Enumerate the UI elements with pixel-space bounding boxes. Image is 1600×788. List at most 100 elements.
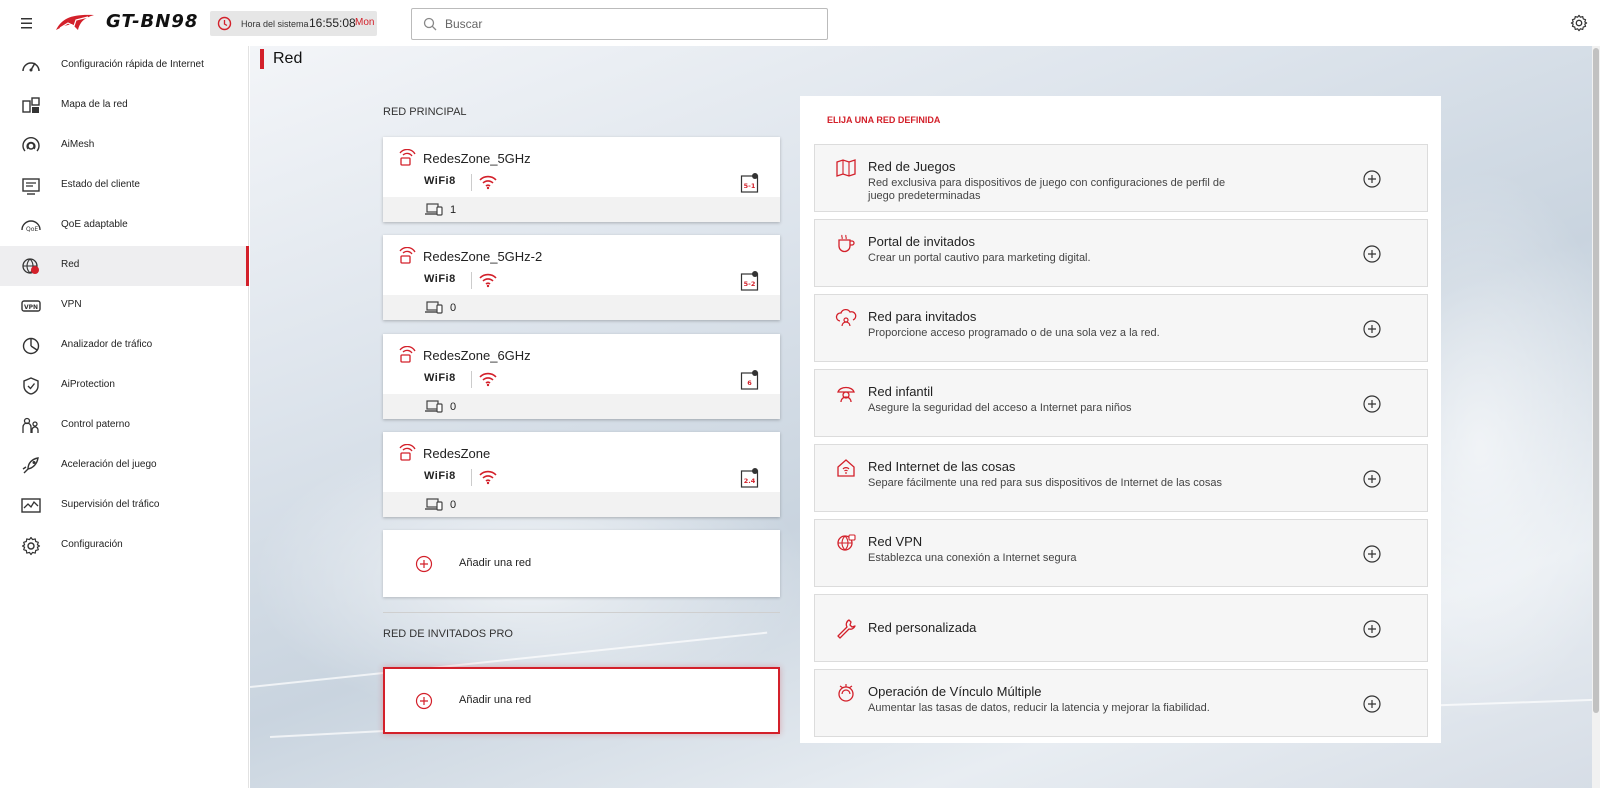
option-name: Operación de Vínculo Múltiple <box>868 684 1042 699</box>
traffic-monitor-icon <box>20 496 42 516</box>
devices-icon <box>425 301 443 314</box>
wifi8-logo: WiFi8 <box>424 372 456 384</box>
add-option-plus-icon[interactable] <box>1362 244 1382 264</box>
predefined-network-panel: ELIJA UNA RED DEFINIDA Red de Juegos Red… <box>800 96 1441 743</box>
search-input[interactable] <box>445 14 815 34</box>
sidebar-item-label: Red <box>61 259 80 270</box>
child-icon <box>835 382 857 404</box>
option-description: Asegure la seguridad del acceso a Intern… <box>868 402 1132 414</box>
vpn-icon: VPN <box>20 296 42 316</box>
settings-gear-icon[interactable] <box>1570 14 1588 32</box>
predefined-network-option[interactable]: Red VPN Establezca una conexión a Intern… <box>814 519 1428 587</box>
sidebar-item-7[interactable]: VPN VPN <box>0 286 249 326</box>
gamepad-map-icon <box>835 157 857 179</box>
sidebar-item-label: QoE adaptable <box>61 219 128 230</box>
band-label: 2.4 <box>744 477 756 485</box>
option-description: Red exclusiva para dispositivos de juego… <box>868 177 1226 202</box>
network-card[interactable]: RedesZone_5GHz-2 WiFi8 5-2 0 <box>383 235 780 320</box>
sidebar-item-12[interactable]: Supervisión del tráfico <box>0 486 249 526</box>
predefined-network-option[interactable]: Red Internet de las cosas Separe fácilme… <box>814 444 1428 512</box>
top-bar: GT-BN98 Hora del sistema 16:55:08 Mon <box>0 0 1600 46</box>
multi-link-icon <box>835 682 857 704</box>
network-card[interactable]: RedesZone_5GHz WiFi8 5-1 1 <box>383 137 780 222</box>
sidebar-item-2[interactable]: Mapa de la red <box>0 86 249 126</box>
wireless-router-icon <box>397 247 417 265</box>
iot-home-icon <box>835 457 857 479</box>
sidebar-item-label: Mapa de la red <box>61 99 128 110</box>
main-network-section-title: RED PRINCIPAL <box>383 106 467 118</box>
predefined-network-option[interactable]: Red para invitados Proporcione acceso pr… <box>814 294 1428 362</box>
sidebar-item-9[interactable]: AiProtection <box>0 366 249 406</box>
band-icon: 6 <box>740 369 760 391</box>
system-time: Hora del sistema 16:55:08 Mon <box>210 11 377 36</box>
menu-icon[interactable] <box>18 14 36 32</box>
wrench-icon <box>835 617 857 639</box>
add-option-plus-icon[interactable] <box>1362 169 1382 189</box>
option-description: Establezca una conexión a Internet segur… <box>868 552 1077 564</box>
network-ssid: RedesZone <box>423 446 491 461</box>
add-network-button[interactable]: Añadir una red <box>383 530 780 597</box>
sidebar-item-11[interactable]: Aceleración del juego <box>0 446 249 486</box>
connected-devices-count: 1 <box>450 204 457 216</box>
sidebar-item-label: Estado del cliente <box>61 179 140 190</box>
network-card[interactable]: RedesZone WiFi8 2.4 0 <box>383 432 780 517</box>
sidebar-item-1[interactable]: Configuración rápida de Internet <box>0 46 249 86</box>
network-ssid: RedesZone_6GHz <box>423 348 531 363</box>
scrollbar-thumb[interactable] <box>1593 48 1599 713</box>
option-name: Red Internet de las cosas <box>868 459 1016 474</box>
add-option-plus-icon[interactable] <box>1362 619 1382 639</box>
wifi-signal-icon <box>478 174 498 190</box>
sidebar-item-label: AiProtection <box>61 379 115 390</box>
predefined-network-option[interactable]: Operación de Vínculo Múltiple Aumentar l… <box>814 669 1428 737</box>
day-value: Mon <box>355 17 375 28</box>
qos-icon: QoE <box>20 216 42 236</box>
sidebar-item-5[interactable]: QoE QoE adaptable <box>0 206 249 246</box>
band-label: 5-2 <box>744 280 756 288</box>
predefined-network-option[interactable]: Red de Juegos Red exclusiva para disposi… <box>814 144 1428 212</box>
sidebar-item-label: AiMesh <box>61 139 95 150</box>
option-name: Red de Juegos <box>868 159 956 174</box>
parental-icon <box>20 416 42 436</box>
add-option-plus-icon[interactable] <box>1362 694 1382 714</box>
connected-devices-count: 0 <box>450 302 457 314</box>
wifi8-logo: WiFi8 <box>424 175 456 187</box>
search-box[interactable] <box>411 8 828 40</box>
network-card-footer: 0 <box>383 492 780 517</box>
sidebar-item-10[interactable]: Control paterno <box>0 406 249 446</box>
rocket-icon <box>20 456 42 476</box>
option-description: Aumentar las tasas de datos, reducir la … <box>868 702 1210 714</box>
router-model: GT-BN98 <box>106 11 199 32</box>
system-time-label: Hora del sistema <box>241 19 309 29</box>
sidebar-item-13[interactable]: Configuración <box>0 526 249 566</box>
sidebar-item-3[interactable]: AiMesh <box>0 126 249 166</box>
add-option-plus-icon[interactable] <box>1362 394 1382 414</box>
network-card[interactable]: RedesZone_6GHz WiFi8 6 0 <box>383 334 780 419</box>
predefined-network-option[interactable]: Red infantil Asegure la seguridad del ac… <box>814 369 1428 437</box>
sidebar-item-label: Configuración rápida de Internet <box>61 59 204 70</box>
sidebar-item-4[interactable]: Estado del cliente <box>0 166 249 206</box>
predefined-network-option[interactable]: Red personalizada <box>814 594 1428 662</box>
connected-devices-count: 0 <box>450 499 457 511</box>
pie-chart-icon <box>20 336 42 356</box>
guest-pro-section-title: RED DE INVITADOS PRO <box>383 628 513 640</box>
option-name: Red para invitados <box>868 309 977 324</box>
page-title: Red <box>273 50 303 67</box>
wireless-router-icon <box>397 346 417 364</box>
add-option-plus-icon[interactable] <box>1362 544 1382 564</box>
band-label: 6 <box>747 379 752 387</box>
vpn-globe-icon <box>835 532 857 554</box>
svg-text:QoE: QoE <box>26 226 38 233</box>
section-divider <box>383 612 780 613</box>
devices-icon <box>425 400 443 413</box>
add-option-plus-icon[interactable] <box>1362 319 1382 339</box>
add-option-plus-icon[interactable] <box>1362 469 1382 489</box>
sidebar-item-label: Aceleración del juego <box>61 459 157 470</box>
sidebar-item-8[interactable]: Analizador de tráfico <box>0 326 249 366</box>
page-scrollbar[interactable] <box>1592 46 1600 788</box>
sidebar-item-6[interactable]: Red <box>0 246 249 286</box>
gear-icon <box>20 536 42 556</box>
add-guest-pro-network-button[interactable]: Añadir una red <box>383 667 780 734</box>
wifi-signal-icon <box>478 469 498 485</box>
predefined-network-option[interactable]: Portal de invitados Crear un portal caut… <box>814 219 1428 287</box>
sidebar-item-label: Configuración <box>61 539 123 550</box>
